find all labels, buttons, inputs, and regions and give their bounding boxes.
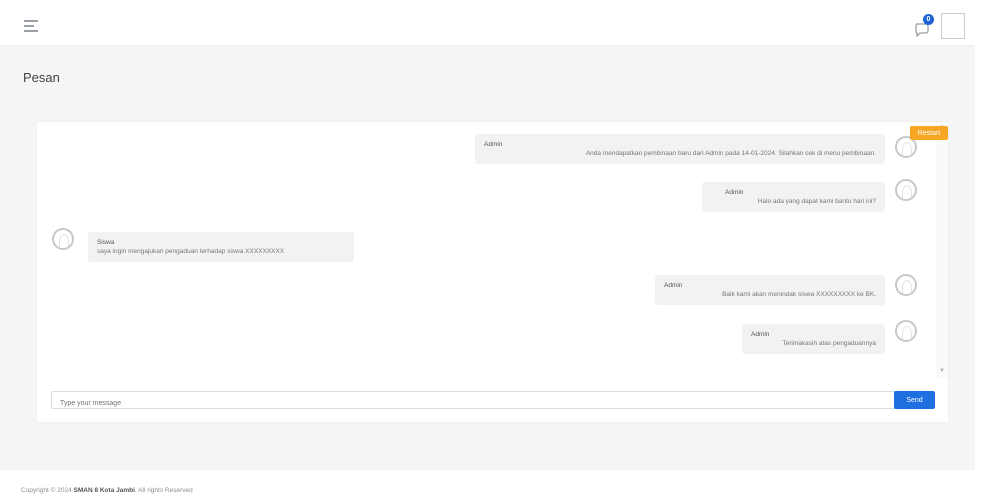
footer: Copyright © 2024 SMAN 8 Kota Jambi. All … [0,470,975,498]
message-sender: Admin [664,282,683,289]
page-scrollbar[interactable] [975,0,981,498]
message-bubble: Siswa saya ingin mengajukan pengaduan te… [88,232,354,262]
hamburger-icon[interactable] [24,20,38,32]
copyright-brand: SMAN 8 Kota Jambi [73,487,135,494]
message-composer: Send [51,391,935,412]
message-text: Anda mendapatkan pembinaan baru dari Adm… [585,150,876,157]
page-title: Pesan [23,70,60,85]
admin-avatar-icon [895,320,917,342]
message-text: saya ingin mengajukan pengaduan terhadap… [97,248,285,255]
chat-messages[interactable]: Admin Anda mendapatkan pembinaan baru da… [37,122,936,378]
message-text: Baik kami akan menindak siswa XXXXXXXXX … [722,291,876,298]
user-avatar[interactable] [941,13,965,39]
copyright-prefix: Copyright © 2024 [21,487,74,494]
message-bubble: Admin Halo ada yang dapat kami bantu har… [702,182,885,212]
send-button[interactable]: Send [894,391,935,409]
message-text: Halo ada yang dapat kami bantu hari ini? [757,198,876,205]
message-bubble: Admin Anda mendapatkan pembinaan baru da… [475,134,885,164]
copyright-suffix: . All rights Reserved [134,487,193,494]
message-bubble: Admin Terimakasih atas pengaduannya [742,324,885,354]
chat-scrollbar[interactable]: ▲ ▼ [936,122,948,378]
admin-avatar-icon [895,179,917,201]
message-text: Terimakasih atas pengaduannya [782,340,876,347]
student-avatar-icon [52,228,74,250]
scroll-down-icon[interactable]: ▼ [939,368,945,374]
message-sender: Siswa [97,239,115,246]
top-bar: 0 [0,0,975,46]
message-sender: Admin [725,189,744,196]
chat-bubble-icon[interactable]: 0 [914,14,934,37]
message-sender: Admin [751,331,770,338]
chat-card: Admin Anda mendapatkan pembinaan baru da… [37,122,948,422]
admin-avatar-icon [895,274,917,296]
notification-badge: 0 [923,14,934,25]
message-bubble: Admin Baik kami akan menindak siswa XXXX… [655,275,885,305]
copyright-text: Copyright © 2024 SMAN 8 Kota Jambi. All … [21,487,193,494]
message-sender: Admin [484,141,503,148]
message-input[interactable] [52,395,892,412]
reset-button[interactable]: Restart [910,126,948,140]
